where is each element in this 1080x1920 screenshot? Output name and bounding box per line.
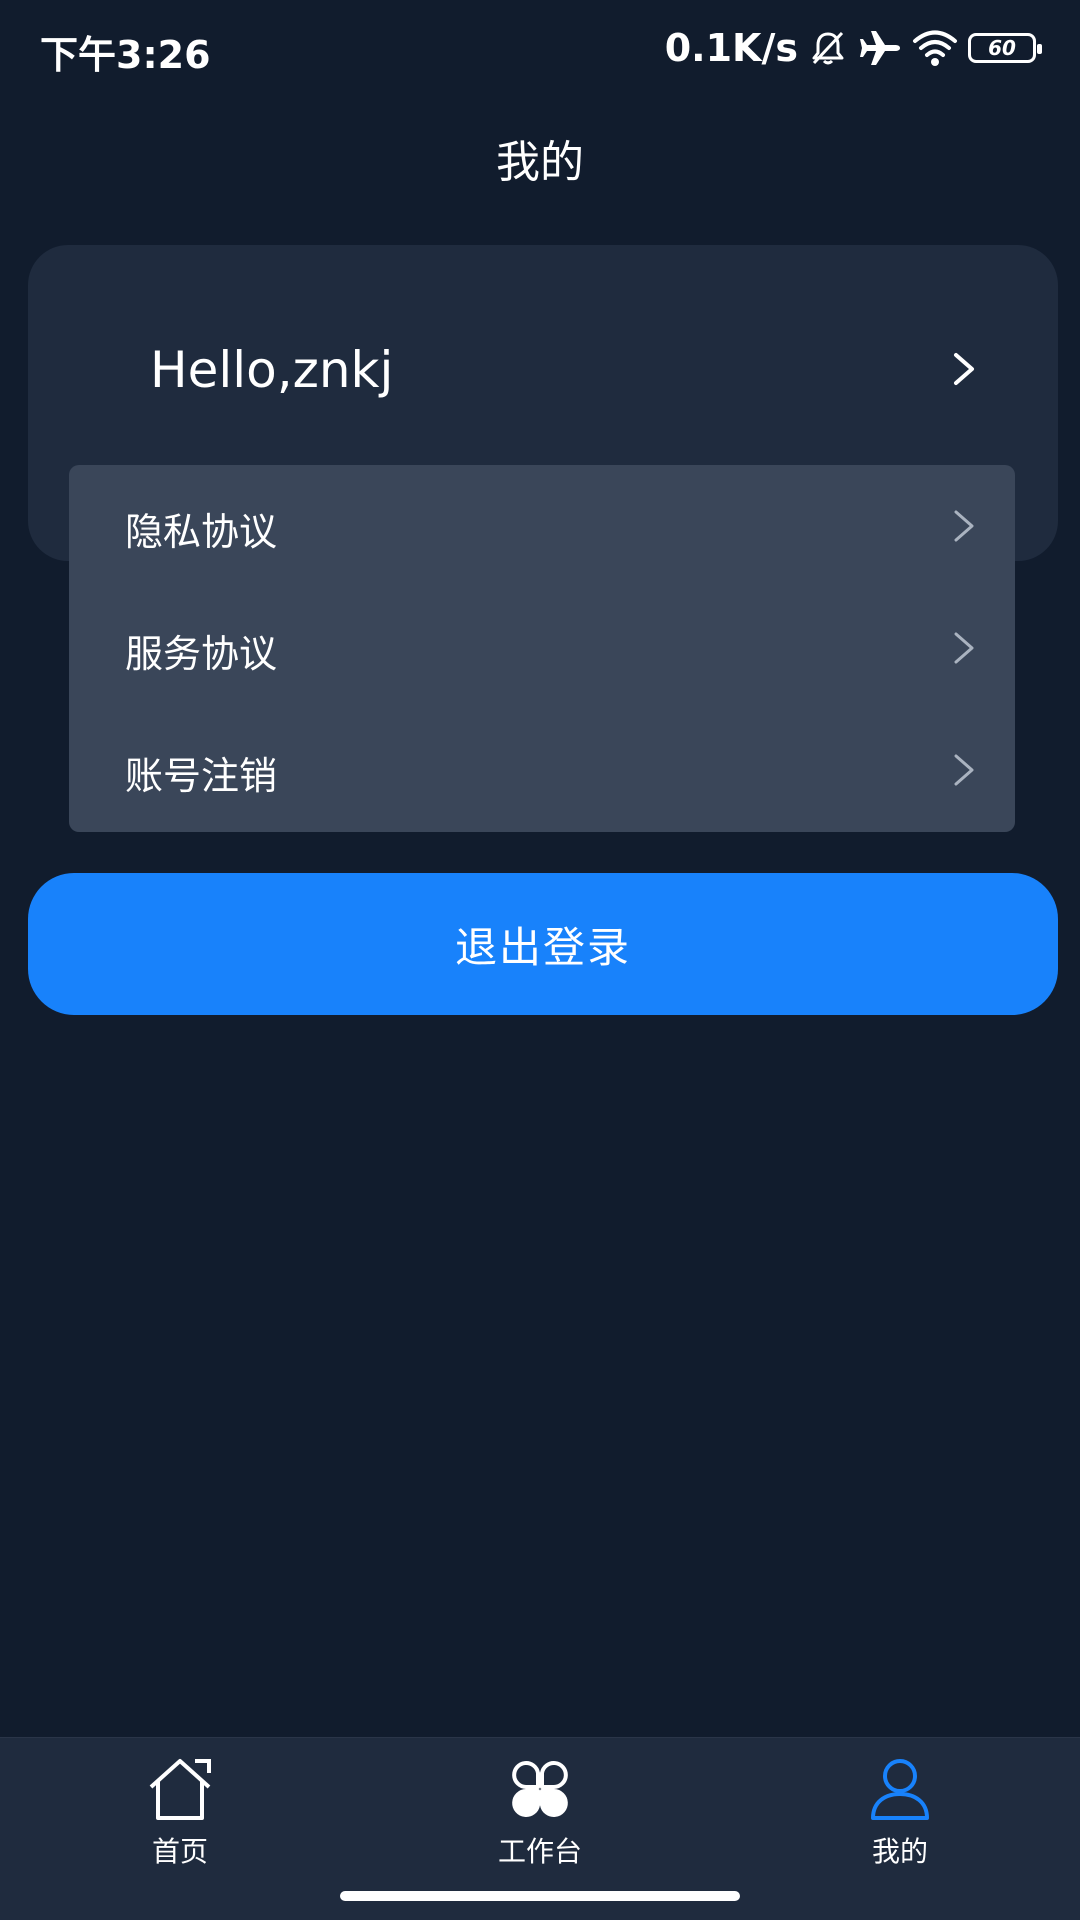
chevron-right-icon [951, 751, 977, 793]
menu-item-service-agreement[interactable]: 服务协议 [69, 587, 1015, 709]
workbench-icon [510, 1752, 570, 1826]
menu-item-label: 隐私协议 [125, 510, 278, 554]
logout-button[interactable]: 退出登录 [28, 873, 1058, 1015]
airplane-icon [858, 28, 902, 68]
menu-list: 隐私协议 服务协议 账号注销 [69, 465, 1015, 832]
status-bar: 下午3:26 0.1K/s 60 [0, 0, 1080, 100]
nav-label: 我的 [871, 1835, 928, 1868]
nav-label: 工作台 [497, 1835, 582, 1868]
chevron-right-icon [951, 629, 977, 671]
nav-item-workbench[interactable]: 工作台 [440, 1752, 640, 1872]
status-time: 下午3:26 [40, 33, 211, 77]
user-icon [869, 1752, 931, 1826]
menu-item-label: 服务协议 [125, 632, 278, 676]
nav-item-home[interactable]: 首页 [80, 1752, 280, 1872]
nav-item-mine[interactable]: 我的 [800, 1752, 1000, 1872]
chevron-right-icon [950, 349, 978, 393]
home-icon [145, 1752, 215, 1826]
menu-item-privacy-policy[interactable]: 隐私协议 [69, 465, 1015, 587]
page-title: 我的 [496, 137, 584, 188]
home-indicator[interactable] [340, 1891, 740, 1901]
nav-label: 首页 [151, 1835, 208, 1868]
status-icons: 0.1K/s 60 [664, 26, 1042, 70]
greeting-text: Hello,znkj [150, 341, 394, 399]
network-speed: 0.1K/s [664, 26, 798, 70]
menu-item-label: 账号注销 [125, 754, 278, 798]
chevron-right-icon [951, 507, 977, 549]
wifi-icon [912, 28, 958, 68]
screen: 下午3:26 0.1K/s 60 我的 Hello,znkj 隐私协议 服务协议… [0, 0, 1080, 1920]
bell-off-icon [808, 28, 848, 68]
battery-icon: 60 [968, 33, 1042, 63]
battery-level: 60 [988, 36, 1016, 60]
menu-item-delete-account[interactable]: 账号注销 [69, 709, 1015, 831]
